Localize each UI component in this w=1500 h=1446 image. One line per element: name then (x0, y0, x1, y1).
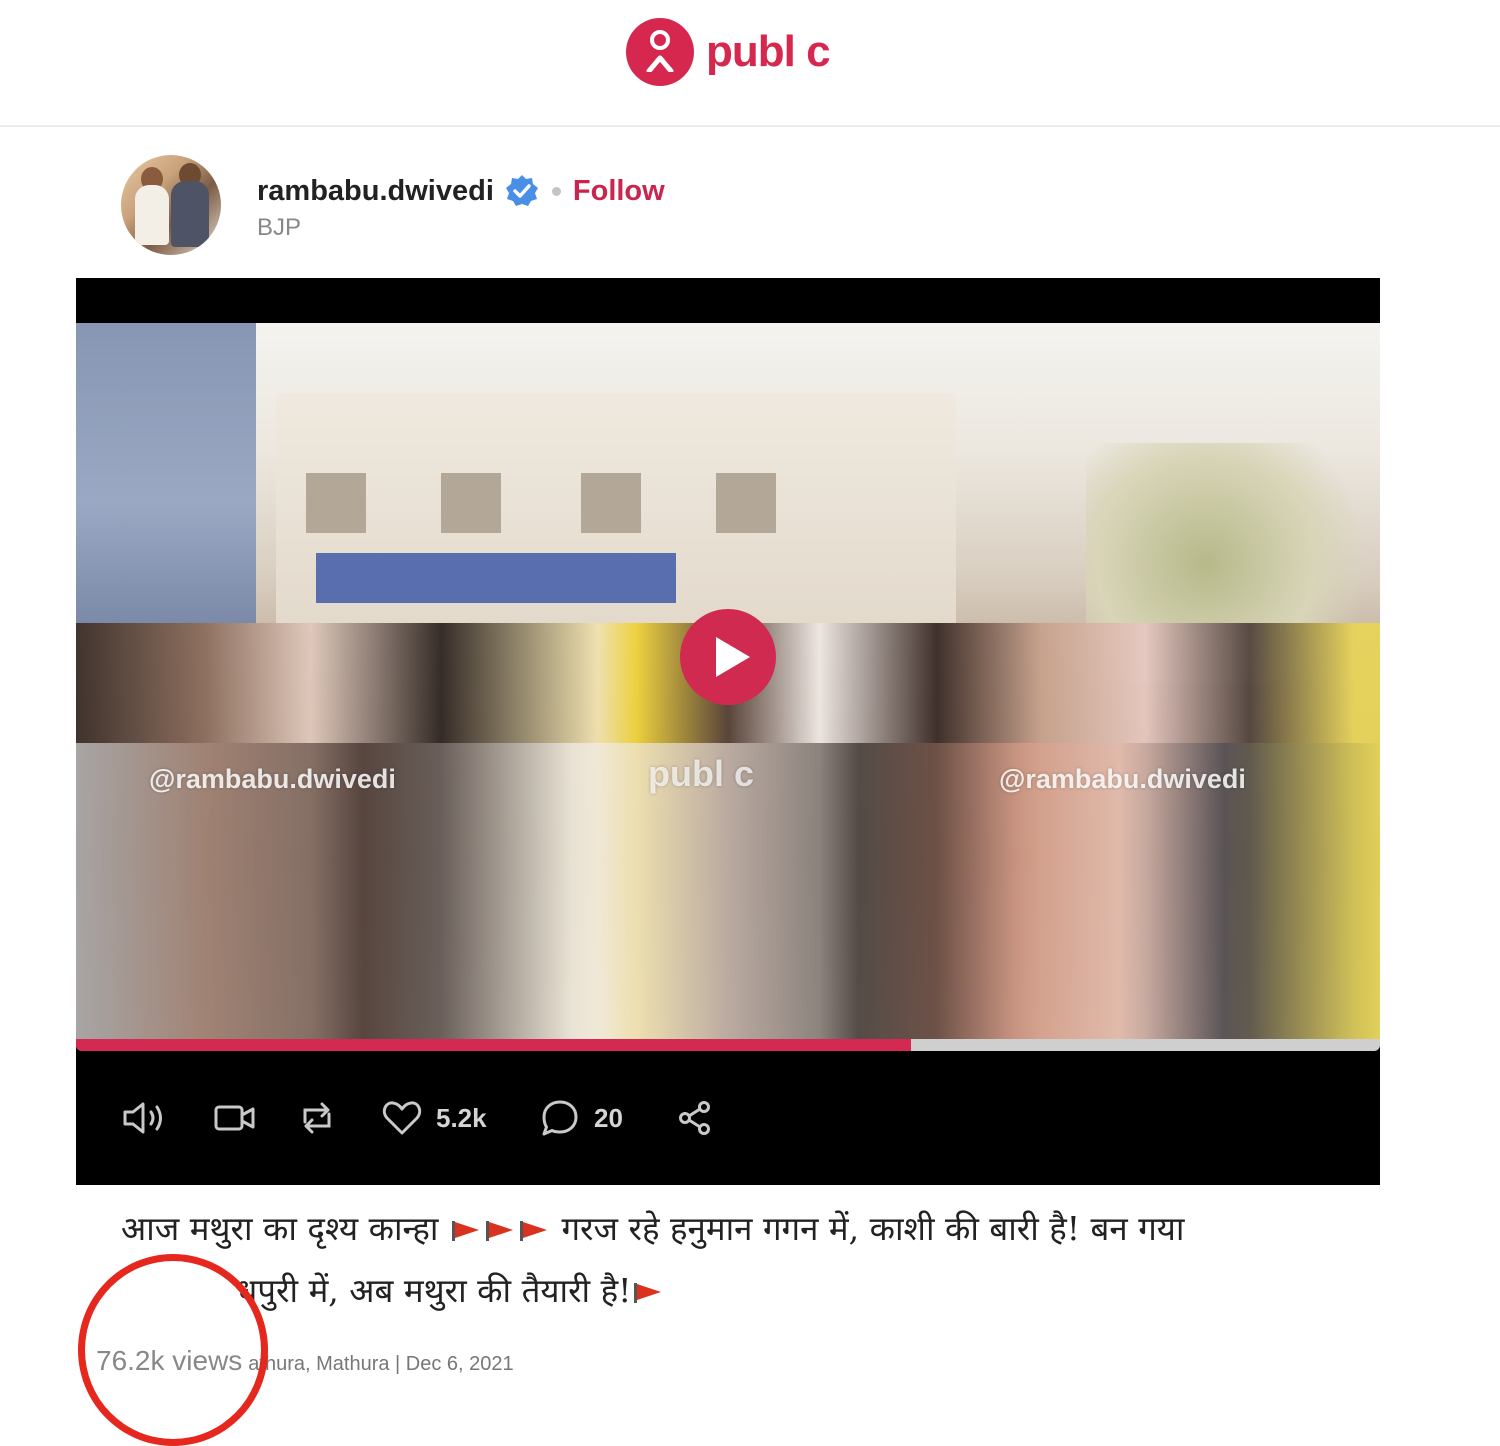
post-caption: आज मथुरा का दृश्य कान्हा गरज रहे हनुमान … (121, 1198, 1321, 1322)
follow-button[interactable]: Follow (573, 175, 665, 208)
video-mode-button[interactable] (213, 1078, 257, 1158)
play-icon (716, 637, 750, 677)
comment-icon (542, 1100, 578, 1136)
comment-button[interactable]: 20 (540, 1078, 623, 1158)
video-progress-bar[interactable] (76, 1039, 1380, 1051)
video-frame[interactable]: @rambabu.dwivedi publ c @rambabu.dwivedi (76, 323, 1380, 1039)
author-info: rambabu.dwivedi Follow BJP (257, 172, 665, 242)
video-progress-fill (76, 1039, 911, 1051)
brand-logo[interactable]: publ c (626, 18, 831, 86)
brand-name: publ c (706, 27, 831, 76)
avatar[interactable] (121, 155, 221, 255)
video-camera-icon (214, 1105, 255, 1131)
repost-button[interactable] (297, 1078, 337, 1158)
video-watermark-center: publ c (648, 753, 754, 794)
location-date: athura, Mathura | Dec 6, 2021 (248, 1353, 514, 1375)
video-player[interactable]: @rambabu.dwivedi publ c @rambabu.dwivedi (76, 278, 1380, 1185)
video-controls: 5.2k 20 (76, 1078, 1380, 1158)
flag-icon (451, 1221, 479, 1241)
caption-text-1: आज मथुरा का दृश्य कान्हा (121, 1209, 439, 1248)
share-icon (679, 1101, 710, 1135)
like-count: 5.2k (436, 1102, 487, 1133)
heart-icon (382, 1101, 422, 1135)
top-bar: publ c (0, 0, 1500, 127)
username[interactable]: rambabu.dwivedi (257, 175, 494, 208)
share-button[interactable] (677, 1078, 713, 1158)
flag-icon (485, 1221, 513, 1241)
play-button[interactable] (680, 609, 776, 705)
caption-line-2: धपुरी में, अब मथुरा की तैयारी है! (121, 1260, 1321, 1322)
repost-icon (303, 1102, 331, 1134)
volume-button[interactable] (121, 1078, 169, 1158)
caption-text-1b: गरज रहे हनुमान गगन में, काशी की बारी है!… (561, 1209, 1185, 1248)
volume-icon (123, 1102, 162, 1134)
caption-line-1: आज मथुरा का दृश्य कान्हा गरज रहे हनुमान … (121, 1198, 1321, 1260)
author-affiliation: BJP (257, 214, 302, 241)
flag-icon (519, 1221, 547, 1241)
comment-count: 20 (594, 1102, 623, 1133)
caption-text-2: धपुरी में, अब मथुरा की तैयारी है! (237, 1271, 632, 1310)
verified-badge-icon (504, 173, 540, 209)
separator-dot (551, 186, 561, 196)
flag-icon (634, 1283, 662, 1303)
video-watermark-right: @rambabu.dwivedi (999, 764, 1246, 794)
like-button[interactable]: 5.2k (382, 1078, 487, 1158)
video-watermark-left: @rambabu.dwivedi (149, 764, 396, 794)
public-logo-icon (626, 18, 694, 86)
red-highlight-circle (78, 1254, 268, 1446)
